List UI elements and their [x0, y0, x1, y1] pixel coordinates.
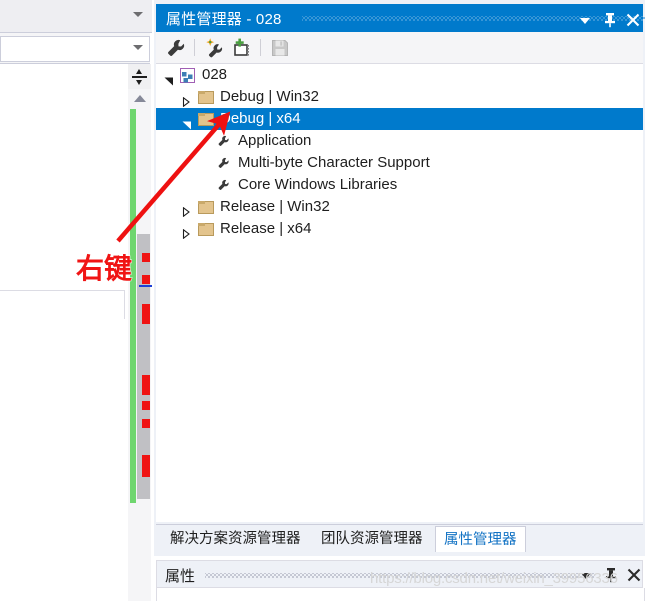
add-project-sheet-icon: [234, 38, 249, 56]
add-existing-property-sheet-button[interactable]: [230, 36, 254, 60]
expander-collapsed-icon[interactable]: [182, 224, 191, 240]
editor-member-combo-row: [0, 33, 150, 64]
project-icon: [180, 68, 195, 83]
toolbar-separator: [260, 39, 261, 56]
tree-item[interactable]: Debug | Win32: [156, 86, 643, 108]
tree-item-label: Release | x64: [220, 220, 312, 237]
tab-label: 属性管理器: [444, 532, 517, 548]
pin-button[interactable]: [599, 9, 621, 31]
tab-3[interactable]: 属性管理器: [435, 526, 526, 552]
property-manager-window: 属性管理器 - 028 028 Debug | Win32 Debug | x6…: [152, 0, 645, 556]
title-drag-dots: [205, 573, 595, 578]
tree-item[interactable]: Release | Win32: [156, 196, 643, 218]
folder-icon: [198, 91, 214, 104]
expander-expanded-icon[interactable]: [164, 71, 174, 86]
editor-text-area-lower[interactable]: [0, 319, 128, 601]
split-view-icon: [132, 68, 147, 85]
properties-title-bar[interactable]: 属性: [156, 560, 643, 588]
screenshot-root: 属性管理器 - 028 028 Debug | Win32 Debug | x6…: [0, 0, 645, 601]
tree-item-label: Application: [238, 132, 312, 149]
property-manager-body: 028 Debug | Win32 Debug | x64 Application Mu…: [156, 32, 643, 522]
toolbar-separator: [194, 39, 195, 56]
add-new-property-sheet-button[interactable]: [202, 36, 226, 60]
tree-item-label: Release | Win32: [220, 198, 330, 215]
editor-inline-box: [0, 290, 125, 320]
properties-grid[interactable]: [156, 588, 645, 601]
tab-label: 解决方案资源管理器: [170, 531, 301, 547]
scrollbar-marker[interactable]: [142, 253, 150, 262]
close-button[interactable]: [622, 9, 644, 31]
expander-collapsed-icon[interactable]: [182, 202, 191, 218]
tree-item-label: Debug | x64: [220, 110, 301, 127]
close-button[interactable]: [623, 564, 645, 586]
expander-collapsed-icon[interactable]: [182, 92, 191, 108]
property-manager-toolbar: [156, 32, 643, 64]
chevron-down-icon[interactable]: [133, 45, 143, 50]
tab-2[interactable]: 团队资源管理器: [313, 526, 431, 552]
code-editor-pane: [0, 0, 152, 601]
editor-top-bar: [0, 0, 152, 33]
tree-item-label: Debug | Win32: [220, 88, 319, 105]
scrollbar-marker[interactable]: [142, 375, 150, 395]
property-manager-title-bar[interactable]: 属性管理器 - 028: [156, 4, 645, 32]
tree-item[interactable]: 028: [156, 64, 643, 86]
tree-item-label: Core Windows Libraries: [238, 176, 398, 193]
folder-icon: [198, 113, 214, 126]
panel-tab-strip[interactable]: 解决方案资源管理器 团队资源管理器 属性管理器: [156, 524, 643, 553]
scroll-up-arrow-icon[interactable]: [134, 95, 146, 102]
wrench-icon: [216, 133, 231, 149]
save-button[interactable]: [268, 36, 292, 60]
properties-window: 属性: [152, 556, 645, 601]
scrollbar-marker[interactable]: [142, 455, 150, 477]
folder-icon: [198, 201, 214, 214]
expander-expanded-icon[interactable]: [182, 115, 192, 130]
tab-1[interactable]: 解决方案资源管理器: [162, 526, 309, 552]
tree-item-selected[interactable]: Debug | x64: [156, 108, 643, 130]
scrollbar-marker[interactable]: [142, 401, 150, 410]
tree-item-label: Multi-byte Character Support: [238, 154, 430, 171]
tree-item[interactable]: Core Windows Libraries: [156, 174, 643, 196]
folder-icon: [198, 223, 214, 236]
tab-label: 团队资源管理器: [321, 531, 423, 547]
pin-button[interactable]: [600, 564, 622, 586]
wrench-icon: [216, 155, 231, 171]
split-view-button[interactable]: [128, 64, 151, 90]
scrollbar-track[interactable]: [128, 109, 152, 579]
tree-item[interactable]: Release | x64: [156, 218, 643, 240]
scrollbar-marker[interactable]: [142, 419, 150, 428]
tree-item-label: 028: [202, 66, 228, 83]
scrollbar-marker[interactable]: [142, 304, 150, 324]
member-dropdown[interactable]: [0, 36, 150, 62]
editor-vertical-scrollbar[interactable]: [128, 89, 152, 601]
wrench-icon: [216, 177, 231, 193]
tree-item[interactable]: Application: [156, 130, 643, 152]
property-manager-tree[interactable]: 028 Debug | Win32 Debug | x64 Application Mu…: [156, 64, 643, 522]
chevron-down-icon[interactable]: [133, 12, 143, 17]
window-dropdown-button[interactable]: [574, 9, 596, 31]
properties-title: 属性: [165, 568, 196, 585]
tree-item[interactable]: Multi-byte Character Support: [156, 152, 643, 174]
window-dropdown-button[interactable]: [575, 564, 597, 586]
editor-text-area[interactable]: [0, 64, 129, 319]
change-indicator-bar: [130, 109, 136, 503]
scrollbar-marker[interactable]: [142, 275, 150, 284]
property-sheet-button[interactable]: [164, 36, 188, 60]
page-title: 属性管理器 - 028: [166, 11, 282, 28]
save-icon: [272, 40, 288, 56]
wrench-sparkle-icon: [206, 38, 223, 58]
caret-position-indicator: [139, 285, 152, 287]
wrench-icon: [168, 39, 185, 56]
